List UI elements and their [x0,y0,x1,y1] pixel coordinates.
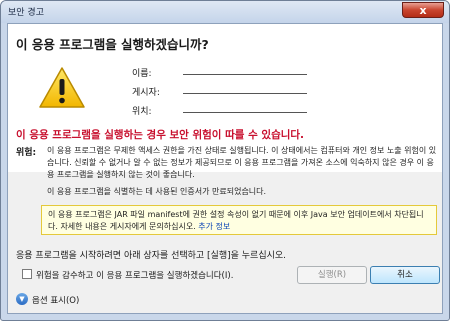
notice-box: 이 응용 프로그램은 JAR 파일 manifest에 권한 설정 속성이 없기… [41,205,437,235]
risk-description: 이 응용 프로그램은 무제한 액세스 권한을 가진 상태로 실행됩니다. 이 상… [47,146,437,179]
close-button[interactable]: x [402,2,444,18]
window-title: 보안 경고 [8,8,44,18]
show-options-label[interactable]: 옵션 표시(O) [32,294,79,306]
name-value [183,74,307,75]
warning-icon [39,67,85,108]
chevron-down-icon[interactable]: ▼ [16,293,28,305]
location-value [183,112,307,113]
security-warning-window: 보안 경고 x 이 응용 프로그램을 실행하겠습니까? 이름: 게시자: 위치:… [0,0,450,321]
accept-risk-checkbox[interactable] [22,269,32,279]
cancel-button[interactable]: 취소 [370,266,440,284]
risk-title: 이 응용 프로그램을 실행하는 경우 보안 위험이 따를 수 있습니다. [16,129,305,141]
name-label: 이름: [132,69,152,79]
more-info-link[interactable]: 추가 정보 [198,222,230,231]
accept-risk-label[interactable]: 위험을 감수하고 이 응용 프로그램을 실행하겠습니다(I). [36,269,233,281]
notice-text: 이 응용 프로그램은 JAR 파일 manifest에 권한 설정 속성이 없기… [48,210,424,231]
publisher-value [183,93,307,94]
run-button[interactable]: 실행(R) [297,266,367,284]
title-bar[interactable]: 보안 경고 x [1,1,449,23]
dialog-heading: 이 응용 프로그램을 실행하겠습니까? [16,37,209,52]
risk-label: 위험: [16,148,37,158]
location-label: 위치: [132,107,152,117]
certificate-note: 이 응용 프로그램을 식별하는 데 사용된 인증서가 만료되었습니다. [47,187,267,196]
publisher-label: 게시자: [132,88,160,98]
instruction-text: 응용 프로그램을 시작하려면 아래 상자를 선택하고 [실행]을 누르십시오. [16,251,287,261]
dialog-body: 이 응용 프로그램을 실행하겠습니까? 이름: 게시자: 위치: 이 응용 프로… [7,23,443,314]
